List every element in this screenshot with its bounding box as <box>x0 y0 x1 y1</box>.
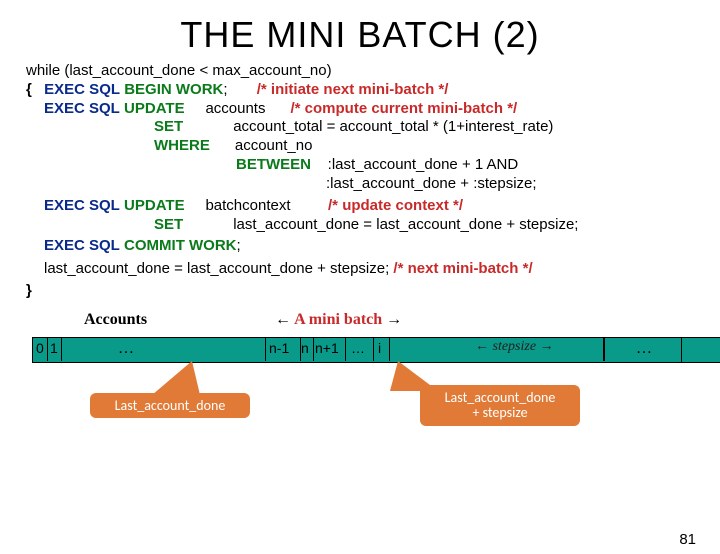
line-10: EXEC SQL COMMIT WORK; <box>26 237 700 256</box>
op-commit: COMMIT WORK <box>124 237 236 254</box>
between-1: :last_account_done + 1 AND <box>328 156 519 173</box>
cell-nplus1: n+1 <box>315 340 339 356</box>
semi: ; <box>223 81 227 98</box>
set-expr: account_total = account_total * (1+inter… <box>233 118 553 135</box>
line-5: WHERE account_no <box>26 137 700 156</box>
callout1-wedge <box>152 361 200 395</box>
line-3: EXEC SQL UPDATE accounts /* compute curr… <box>26 100 700 119</box>
cell-nminus1: n-1 <box>269 340 289 356</box>
op-update: UPDATE <box>124 197 185 214</box>
tbl-accounts: accounts <box>205 100 265 117</box>
callout-last-done-step: Last_account_done + stepsize <box>420 385 580 426</box>
line-2: { EXEC SQL BEGIN WORK; /* initiate next … <box>26 81 700 100</box>
line-7: :last_account_done + :stepsize; <box>26 175 700 194</box>
set-expr-2: last_account_done = last_account_done + … <box>233 216 578 233</box>
line-9: SET last_account_done = last_account_don… <box>26 216 700 235</box>
arrow-right-icon: → <box>540 339 554 354</box>
op-begin: BEGIN WORK <box>124 81 223 98</box>
slide-title: THE MINI BATCH (2) <box>0 14 720 56</box>
op-set: SET <box>154 118 183 135</box>
stepsize-label: ← stepsize → <box>475 339 554 355</box>
note-context: /* update context */ <box>328 197 463 214</box>
tbl-batchcontext: batchcontext <box>205 197 290 214</box>
ellipsis-1: … <box>118 340 134 358</box>
minibatch-text: A mini batch <box>294 311 382 328</box>
note-compute: /* compute current mini-batch */ <box>291 100 518 117</box>
kw-exec: EXEC SQL <box>44 100 120 117</box>
minibatch-label: |← A mini batch →| <box>275 311 402 329</box>
cell-0: 0 <box>36 340 44 356</box>
op-set: SET <box>154 216 183 233</box>
cell-dots: … <box>351 340 365 356</box>
op-between: BETWEEN <box>236 156 311 173</box>
cell-1: 1 <box>50 340 58 356</box>
line-6: BETWEEN :last_account_done + 1 AND <box>26 156 700 175</box>
where-col: account_no <box>235 137 313 154</box>
stmt-next: last_account_done = last_account_done + … <box>44 260 389 277</box>
ellipsis-2: … <box>636 340 652 358</box>
callout2-l2: + stepsize <box>472 404 527 421</box>
arrow-right-icon: → <box>386 311 402 328</box>
line-12: } <box>26 282 700 301</box>
kw-exec: EXEC SQL <box>44 197 120 214</box>
arrow-left-icon: ← <box>475 339 489 354</box>
cell-n: n <box>301 340 309 356</box>
accounts-label: Accounts <box>84 311 147 329</box>
line-4: SET account_total = account_total * (1+i… <box>26 118 700 137</box>
line-11: last_account_done = last_account_done + … <box>26 260 700 279</box>
between-2: :last_account_done + :stepsize; <box>326 175 537 192</box>
kw-exec: EXEC SQL <box>44 237 120 254</box>
code-block: while (last_account_done < max_account_n… <box>26 62 700 301</box>
accounts-bar: 0 1 … n-1 n n+1 … i … <box>32 337 682 363</box>
line-8: EXEC SQL UPDATE batchcontext /* update c… <box>26 197 700 216</box>
semi: ; <box>237 237 241 254</box>
kw-exec: EXEC SQL <box>44 81 120 98</box>
diagram: Accounts |← A mini batch →| 0 1 … n-1 n … <box>0 311 720 461</box>
stepsize-text: stepsize <box>493 339 537 354</box>
note-initiate: /* initiate next mini-batch */ <box>257 81 449 98</box>
open-brace: { <box>26 81 40 100</box>
arrow-left-icon: ← <box>275 311 291 328</box>
cell-i: i <box>378 340 381 356</box>
line-1: while (last_account_done < max_account_n… <box>26 62 700 81</box>
close-brace: } <box>26 282 40 301</box>
op-where: WHERE <box>154 137 210 154</box>
op-update: UPDATE <box>124 100 185 117</box>
callout-last-done: Last_account_done <box>90 393 250 418</box>
note-next: /* next mini-batch */ <box>393 260 532 277</box>
